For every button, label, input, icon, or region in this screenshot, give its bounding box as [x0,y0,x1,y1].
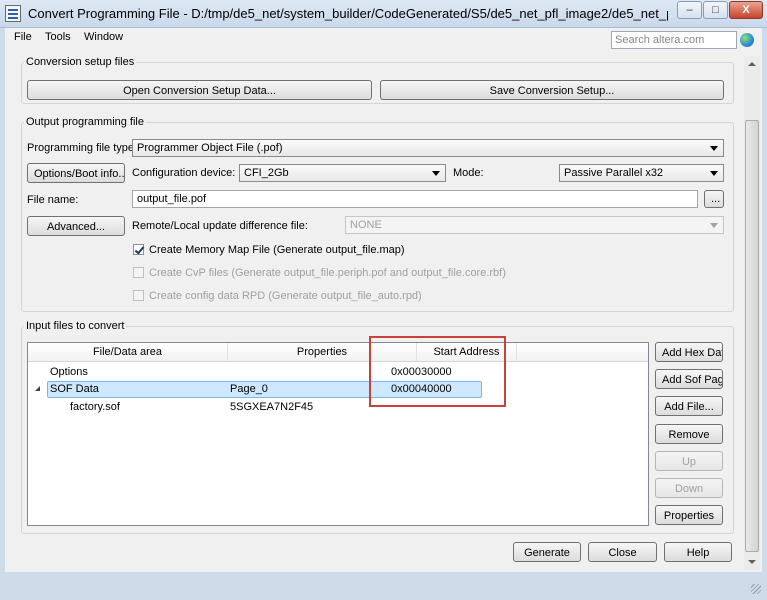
conversion-setup-title: Conversion setup files [24,56,137,68]
config-device-value: CFI_2Gb [244,167,289,179]
remote-update-label: Remote/Local update difference file: [132,220,308,232]
search-input[interactable]: Search altera.com [611,31,737,49]
down-button[interactable]: Down [655,478,723,498]
globe-icon[interactable] [740,33,754,47]
close-button[interactable]: Close [588,542,657,562]
maximize-button[interactable]: □ [703,1,728,19]
add-file-button[interactable]: Add File... [655,396,723,416]
mode-value: Passive Parallel x32 [564,167,664,179]
window-bottom-frame [0,572,767,600]
row-name: SOF Data [50,383,99,395]
advanced-button[interactable]: Advanced... [27,216,125,236]
table-row[interactable]: factory.sof 5SGXEA7N2F45 [28,399,648,416]
config-rpd-checkbox[interactable] [133,290,144,301]
remove-button[interactable]: Remove [655,424,723,444]
close-window-button[interactable]: X [729,1,763,19]
menu-tools[interactable]: Tools [45,31,71,43]
help-button[interactable]: Help [664,542,732,562]
memory-map-label: Create Memory Map File (Generate output_… [149,244,405,256]
vertical-scrollbar[interactable] [744,56,760,570]
config-device-label: Configuration device: [132,167,236,179]
scrollbar-thumb[interactable] [745,120,759,552]
row-properties: 5SGXEA7N2F45 [230,401,314,413]
column-header-empty [517,343,648,362]
resize-grip-icon[interactable] [751,584,761,594]
expand-triangle-icon[interactable] [35,386,40,391]
remote-update-select[interactable]: NONE [345,216,724,234]
up-button[interactable]: Up [655,451,723,471]
file-type-label: Programming file type: [27,142,138,154]
row-properties: Page_0 [230,383,268,395]
table-row[interactable]: SOF Data Page_0 0x00040000 [28,381,648,398]
chevron-down-icon [432,171,440,176]
input-files-title: Input files to convert [24,320,127,332]
cvp-files-checkbox[interactable] [133,267,144,278]
scroll-up-icon[interactable] [744,56,760,72]
row-name: Options [50,366,88,378]
properties-button[interactable]: Properties [655,505,723,525]
file-type-select[interactable]: Programmer Object File (.pof) [132,139,724,157]
file-name-label: File name: [27,194,79,206]
chevron-down-icon [710,223,718,228]
add-hex-data-button[interactable]: Add Hex Data [655,342,723,362]
table-row[interactable]: Options 0x00030000 [28,364,648,381]
file-type-value: Programmer Object File (.pof) [137,142,283,154]
app-icon [5,5,21,22]
minimize-button[interactable]: – [677,1,702,19]
menu-window[interactable]: Window [84,31,123,43]
file-name-input[interactable]: output_file.pof [132,190,698,208]
scroll-down-icon[interactable] [744,554,760,570]
save-conversion-setup-button[interactable]: Save Conversion Setup... [380,80,724,100]
input-files-table: File/Data area Properties Start Address … [27,342,649,526]
add-sof-page-button[interactable]: Add Sof Page [655,369,723,389]
output-programming-title: Output programming file [24,116,146,128]
chevron-down-icon [710,171,718,176]
window-title: Convert Programming File - D:/tmp/de5_ne… [28,6,668,21]
open-conversion-setup-button[interactable]: Open Conversion Setup Data... [27,80,372,100]
start-address-highlight [369,336,506,407]
chevron-down-icon [710,146,718,151]
config-rpd-label: Create config data RPD (Generate output_… [149,290,422,302]
browse-button[interactable]: ... [704,190,724,208]
memory-map-checkbox[interactable] [133,244,144,255]
mode-select[interactable]: Passive Parallel x32 [559,164,724,182]
mode-label: Mode: [453,167,484,179]
config-device-select[interactable]: CFI_2Gb [239,164,446,182]
menu-file[interactable]: File [14,31,32,43]
cvp-files-label: Create CvP files (Generate output_file.p… [149,267,506,279]
options-boot-info-button[interactable]: Options/Boot info... [27,163,125,183]
row-name: factory.sof [70,401,120,413]
column-header-file[interactable]: File/Data area [28,343,228,362]
remote-update-value: NONE [350,219,382,231]
generate-button[interactable]: Generate [513,542,581,562]
